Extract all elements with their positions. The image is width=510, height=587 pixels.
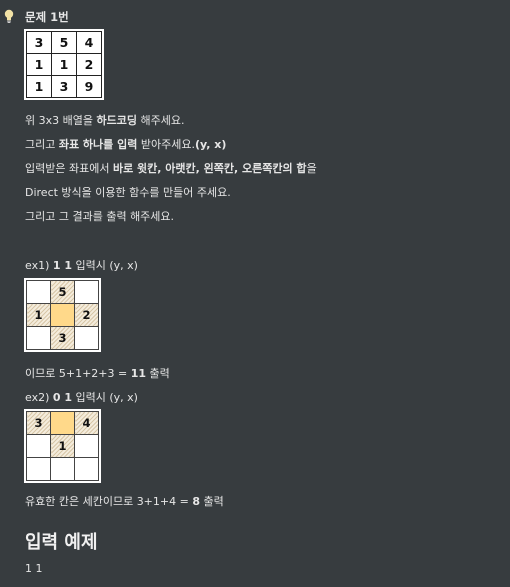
grid-cell-neighbor: 1 <box>26 303 51 327</box>
example1-label: ex1) 1 1 입력시 (y, x) <box>25 257 138 273</box>
grid-cell-neighbor: 4 <box>74 411 99 435</box>
example2-label: ex2) 0 1 입력시 (y, x) <box>25 389 138 405</box>
grid-cell-neighbor: 1 <box>50 434 75 458</box>
grid-cell-selected <box>50 411 75 435</box>
grid-cell: 3 <box>51 75 77 98</box>
grid-cell-selected <box>50 303 75 327</box>
result-text: 유효한 칸은 세칸이므로 3+1+4 = <box>25 495 193 508</box>
input-example-value: 1 1 <box>25 562 43 575</box>
example-suffix: 입력시 (y, x) <box>72 391 138 404</box>
result-text: 출력 <box>199 495 224 508</box>
grid-cell: 5 <box>51 31 77 54</box>
example-prefix: ex1) <box>25 259 53 272</box>
example-coords: 1 1 <box>52 259 73 272</box>
input-example-heading: 입력 예제 <box>25 532 98 553</box>
example1-grid: 5 1 2 3 <box>24 278 101 352</box>
instruction-text: 그리고 <box>25 138 59 151</box>
instruction-text: 위 3x3 배열을 <box>25 114 97 127</box>
instruction-text: 을 <box>306 162 317 175</box>
instruction-line: 그리고 그 결과를 출력 해주세요. <box>25 208 174 224</box>
instruction-text: 입력받은 좌표에서 <box>25 162 113 175</box>
grid-cell: 4 <box>76 31 102 54</box>
result-text: 이므로 5+1+2+3 = <box>25 367 131 380</box>
instruction-line: 입력받은 좌표에서 바로 윗칸, 아랫칸, 왼쪽칸, 오른쪽칸의 합을 <box>25 160 317 176</box>
grid-cell <box>26 457 51 481</box>
grid-cell: 1 <box>26 53 52 76</box>
instruction-emphasis: 하드코딩 <box>96 114 137 127</box>
example-prefix: ex2) <box>25 391 53 404</box>
instruction-text: 해주세요. <box>136 114 185 127</box>
grid-cell: 3 <box>26 31 52 54</box>
instruction-emphasis: 좌표 하나를 입력 <box>58 138 138 151</box>
problem-grid: 3 5 4 1 1 2 1 3 9 <box>24 29 104 100</box>
grid-cell <box>26 434 51 458</box>
grid-cell <box>50 457 75 481</box>
grid-cell-neighbor: 5 <box>50 280 75 304</box>
grid-cell: 1 <box>26 75 52 98</box>
example2-result: 유효한 칸은 세칸이므로 3+1+4 = 8 출력 <box>25 493 224 509</box>
result-value: 8 <box>192 495 200 508</box>
instruction-text: 받아주세요. <box>137 138 195 151</box>
instruction-line: 위 3x3 배열을 하드코딩 해주세요. <box>25 112 184 128</box>
instruction-emphasis: 바로 윗칸, 아랫칸, 왼쪽칸, 오른쪽칸의 합 <box>112 162 307 175</box>
problem-title: 문제 1번 <box>25 10 69 24</box>
grid-cell <box>74 457 99 481</box>
instruction-text: Direct 방식을 이용한 함수를 만들어 주세요. <box>25 186 231 199</box>
grid-cell <box>74 326 99 350</box>
grid-cell-neighbor: 3 <box>26 411 51 435</box>
grid-cell <box>26 280 51 304</box>
grid-cell: 9 <box>76 75 102 98</box>
instruction-line: Direct 방식을 이용한 함수를 만들어 주세요. <box>25 184 231 200</box>
instruction-line: 그리고 좌표 하나를 입력 받아주세요.(y, x) <box>25 136 226 152</box>
grid-cell <box>74 434 99 458</box>
grid-cell <box>26 326 51 350</box>
lightbulb-icon <box>4 9 14 23</box>
result-text: 출력 <box>146 367 170 380</box>
example-suffix: 입력시 (y, x) <box>72 259 138 272</box>
grid-cell: 1 <box>51 53 77 76</box>
instruction-emphasis: (y, x) <box>194 138 227 151</box>
grid-cell-neighbor: 3 <box>50 326 75 350</box>
example-coords: 0 1 <box>52 391 73 404</box>
result-value: 11 <box>130 367 147 380</box>
instruction-text: 그리고 그 결과를 출력 해주세요. <box>25 210 175 223</box>
grid-cell: 2 <box>76 53 102 76</box>
grid-cell-neighbor: 2 <box>74 303 99 327</box>
example2-grid: 3 4 1 <box>24 409 101 483</box>
grid-cell <box>74 280 99 304</box>
example1-result: 이므로 5+1+2+3 = 11 출력 <box>25 365 170 381</box>
